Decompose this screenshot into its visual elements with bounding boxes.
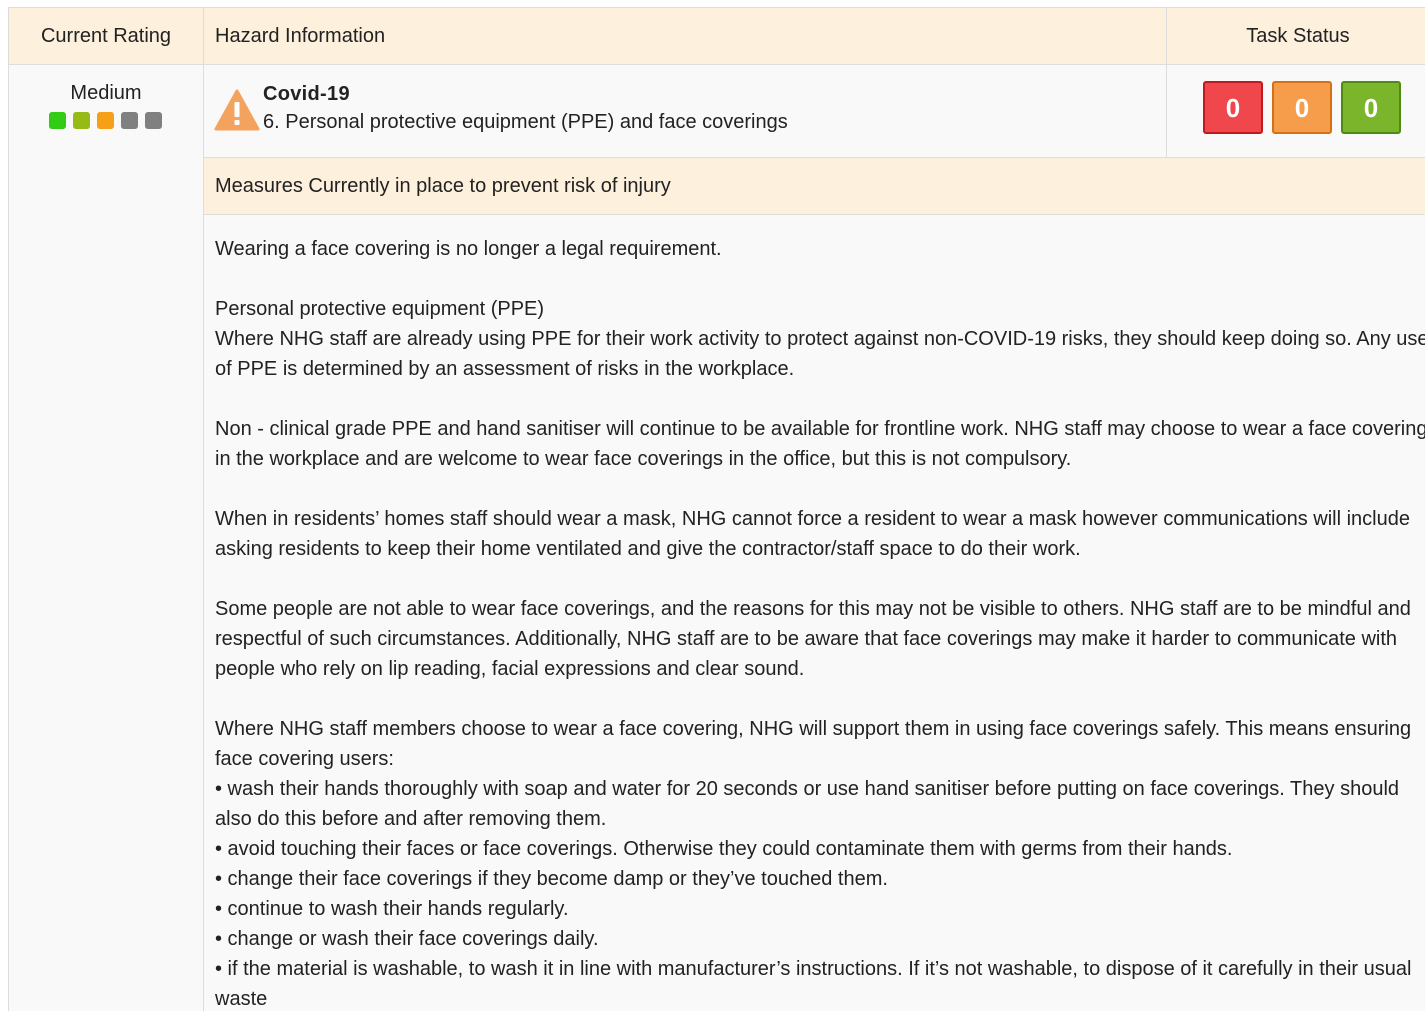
bullet-item: • continue to wash their hands regularly… <box>215 898 569 920</box>
rating-dot <box>145 112 162 129</box>
hazard-subtitle: 6. Personal protective equipment (PPE) a… <box>263 111 788 133</box>
red-task-count-badge[interactable]: 0 <box>1203 81 1263 134</box>
header-current-rating: Current Rating <box>9 8 204 65</box>
header-hazard-information: Hazard Information <box>204 8 1167 65</box>
rating-cell: Medium <box>9 65 204 1011</box>
orange-task-count-badge[interactable]: 0 <box>1272 81 1332 134</box>
hazard-table: Current Rating Hazard Information Task S… <box>8 7 1425 1011</box>
bullet-item: • wash their hands thoroughly with soap … <box>215 778 1400 830</box>
warning-triangle-icon <box>214 89 260 131</box>
bullet-item: • if the material is washable, to wash i… <box>215 958 1412 1010</box>
risk-assessment-page: Current Rating Hazard Information Task S… <box>0 0 1425 1011</box>
measures-paragraph: Where NHG staff members choose to wear a… <box>215 714 1425 1011</box>
bullet-item: • change or wash their face coverings da… <box>215 928 599 950</box>
rating-dot <box>73 112 90 129</box>
hazard-info-cell: Covid-19 6. Personal protective equipmen… <box>204 65 1167 158</box>
measures-heading: Measures Currently in place to prevent r… <box>204 158 1425 215</box>
green-task-count-badge[interactable]: 0 <box>1341 81 1401 134</box>
bullet-item: • change their face coverings if they be… <box>215 868 888 890</box>
hazard-title[interactable]: Covid-19 <box>263 83 350 106</box>
task-status-cell: 0 0 0 <box>1167 65 1425 158</box>
header-task-status: Task Status <box>1167 8 1425 65</box>
rating-dot <box>97 112 114 129</box>
measures-paragraph: Some people are not able to wear face co… <box>215 598 1411 680</box>
measures-content: Wearing a face covering is no longer a l… <box>204 215 1425 1011</box>
ppe-body: Where NHG staff are already using PPE fo… <box>215 328 1425 380</box>
rating-indicator <box>49 112 162 129</box>
measures-paragraph: Non - clinical grade PPE and hand saniti… <box>215 418 1425 470</box>
rating-dot <box>121 112 138 129</box>
rating-dot <box>49 112 66 129</box>
bullet-item: • avoid touching their faces or face cov… <box>215 838 1233 860</box>
measures-paragraph: Personal protective equipment (PPE) Wher… <box>215 294 1425 384</box>
measures-paragraph: Wearing a face covering is no longer a l… <box>215 238 722 260</box>
measures-paragraph: When in residents’ homes staff should we… <box>215 508 1410 560</box>
rating-label: Medium <box>70 82 142 104</box>
ppe-title: Personal protective equipment (PPE) <box>215 298 545 320</box>
face-covering-intro: Where NHG staff members choose to wear a… <box>215 718 1412 770</box>
